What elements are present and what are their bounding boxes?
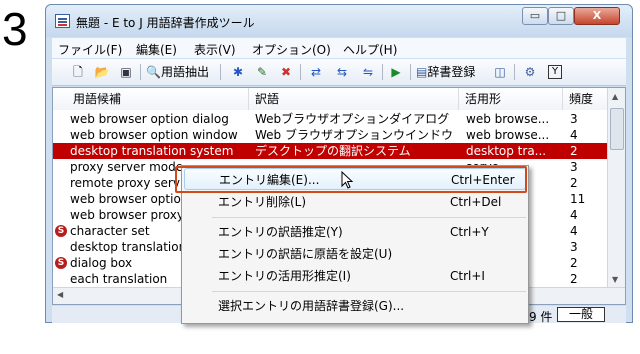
dictionary-register-icon: ▤ <box>416 65 428 79</box>
cell-form: web browse... <box>466 128 550 142</box>
translate-reverse-icon[interactable]: ⇆ <box>334 64 350 80</box>
menu-view[interactable]: 表示(V) <box>194 41 236 58</box>
toolbar: 🗋 📂 ▣ 🔍用語抽出 ✱ ✎ ✖ ⇄ ⇆ ⇋ ▶ ▤辞書登録 ◫ ⚙ Y <box>52 59 626 86</box>
cell-translation: Web ブラウザオプションウインドウ <box>255 128 453 142</box>
edit-pencil-icon[interactable]: ✎ <box>254 64 270 80</box>
register-dictionary-button[interactable]: ▤辞書登録 <box>416 64 475 80</box>
menu-item-shortcut: Ctrl+I <box>450 269 485 283</box>
menu-separator <box>212 291 526 292</box>
extract-terms-label: 用語抽出 <box>160 65 209 79</box>
cell-term: web browser option window <box>70 128 238 142</box>
column-header-form[interactable]: 活用形 <box>459 88 563 110</box>
cell-form: web browse... <box>466 112 550 126</box>
cell-freq: 3 <box>570 160 578 174</box>
cell-freq: 3 <box>570 240 578 254</box>
table-row[interactable]: web browser option window Web ブラウザオプションウイ… <box>53 127 608 143</box>
menu-separator <box>212 217 526 218</box>
app-icon <box>55 14 70 28</box>
cell-translation: Webブラウザオプションダイアログ <box>255 112 450 126</box>
settings-icon[interactable]: ⚙ <box>522 64 538 80</box>
scroll-down-icon[interactable]: ▼ <box>612 275 618 284</box>
menu-item-label: エントリの訳語に原語を設定(U) <box>218 247 393 261</box>
scroll-up-icon[interactable]: ▲ <box>612 92 618 101</box>
cell-freq: 3 <box>570 112 578 126</box>
menu-item-shortcut: Ctrl+Del <box>450 195 502 209</box>
translate-forward-icon[interactable]: ⇄ <box>308 64 324 80</box>
cell-freq: 2 <box>570 176 578 190</box>
stop-flag-icon: S <box>55 225 67 237</box>
cell-freq: 4 <box>570 224 578 238</box>
menu-item-label: エントリの活用形推定(I) <box>218 269 351 283</box>
menu-item-label: エントリ削除(L) <box>218 195 307 209</box>
dictionary-view-icon[interactable]: ◫ <box>492 64 508 80</box>
cell-freq: 2 <box>570 272 578 286</box>
cell-form: desktop tra... <box>466 144 547 158</box>
new-document-icon[interactable]: 🗋 <box>70 64 86 80</box>
menu-item-delete-entry[interactable]: エントリ削除(L) Ctrl+Del <box>184 191 526 213</box>
mark-asterisk-icon[interactable]: ✱ <box>230 64 246 80</box>
step-number: 3 <box>2 3 28 55</box>
stop-flag-icon: S <box>55 257 67 269</box>
menu-edit[interactable]: 編集(E) <box>136 41 177 58</box>
mouse-cursor-icon <box>341 171 354 189</box>
open-folder-icon[interactable]: 📂 <box>94 64 110 80</box>
menu-bar: ファイル(F) 編集(E) 表示(V) オプション(O) ヘルプ(H) <box>52 38 626 58</box>
title-bar: 無題 - E to J 用語辞書作成ツール ▭ □ X <box>46 5 632 37</box>
cell-freq: 11 <box>570 192 586 206</box>
mode-indicator: 一般 <box>557 307 605 322</box>
minimize-button[interactable]: ▭ <box>522 7 548 25</box>
scroll-left-icon[interactable]: ◀ <box>57 290 63 299</box>
cell-term: web browser option dialog <box>70 112 229 126</box>
column-header-term[interactable]: 用語候補 <box>53 88 249 110</box>
menu-help[interactable]: ヘルプ(H) <box>343 41 397 58</box>
column-header-frequency[interactable]: 頻度 <box>563 88 608 110</box>
vertical-scrollbar[interactable]: ▲ ▼ <box>607 88 625 304</box>
menu-item-shortcut: Ctrl+Y <box>450 225 489 239</box>
column-header-translation[interactable]: 訳語 <box>249 88 459 110</box>
table-row[interactable]: desktop translation system デスクトップの翻訳システム d… <box>53 143 608 159</box>
extract-terms-button[interactable]: 🔍用語抽出 <box>146 64 209 80</box>
translate-both-icon[interactable]: ⇋ <box>360 64 376 80</box>
cell-translation: デスクトップの翻訳システム <box>255 144 411 158</box>
save-icon[interactable]: ▣ <box>118 64 134 80</box>
close-button[interactable]: X <box>574 7 620 25</box>
menu-item-register-selected[interactable]: 選択エントリの用語辞書登録(G)... <box>184 295 526 317</box>
cell-freq: 4 <box>570 208 578 222</box>
maximize-button[interactable]: □ <box>548 7 574 25</box>
extract-terms-icon: 🔍 <box>146 65 161 79</box>
menu-item-label: エントリの訳語推定(Y) <box>218 225 343 239</box>
table-row[interactable]: web browser option dialog Webブラウザオプションダイア… <box>53 111 608 127</box>
cell-term: desktop translation system <box>70 144 234 158</box>
cell-freq: 2 <box>570 144 578 158</box>
menu-item-set-source-as-translation[interactable]: エントリの訳語に原語を設定(U) <box>184 243 526 265</box>
filter-y-icon[interactable]: Y <box>548 65 562 79</box>
menu-item-estimate-translation[interactable]: エントリの訳語推定(Y) Ctrl+Y <box>184 221 526 243</box>
window-title: 無題 - E to J 用語辞書作成ツール <box>76 16 255 30</box>
register-dictionary-label: 辞書登録 <box>427 65 476 79</box>
menu-item-estimate-forms[interactable]: エントリの活用形推定(I) Ctrl+I <box>184 265 526 287</box>
scroll-thumb[interactable] <box>610 108 624 150</box>
cell-freq: 4 <box>570 128 578 142</box>
menu-options[interactable]: オプション(O) <box>252 41 331 58</box>
run-arrow-icon[interactable]: ▶ <box>388 64 404 80</box>
cell-freq: 2 <box>570 256 578 270</box>
delete-x-icon[interactable]: ✖ <box>278 64 294 80</box>
menu-item-label: 選択エントリの用語辞書登録(G)... <box>218 299 405 313</box>
menu-file[interactable]: ファイル(F) <box>58 41 122 58</box>
